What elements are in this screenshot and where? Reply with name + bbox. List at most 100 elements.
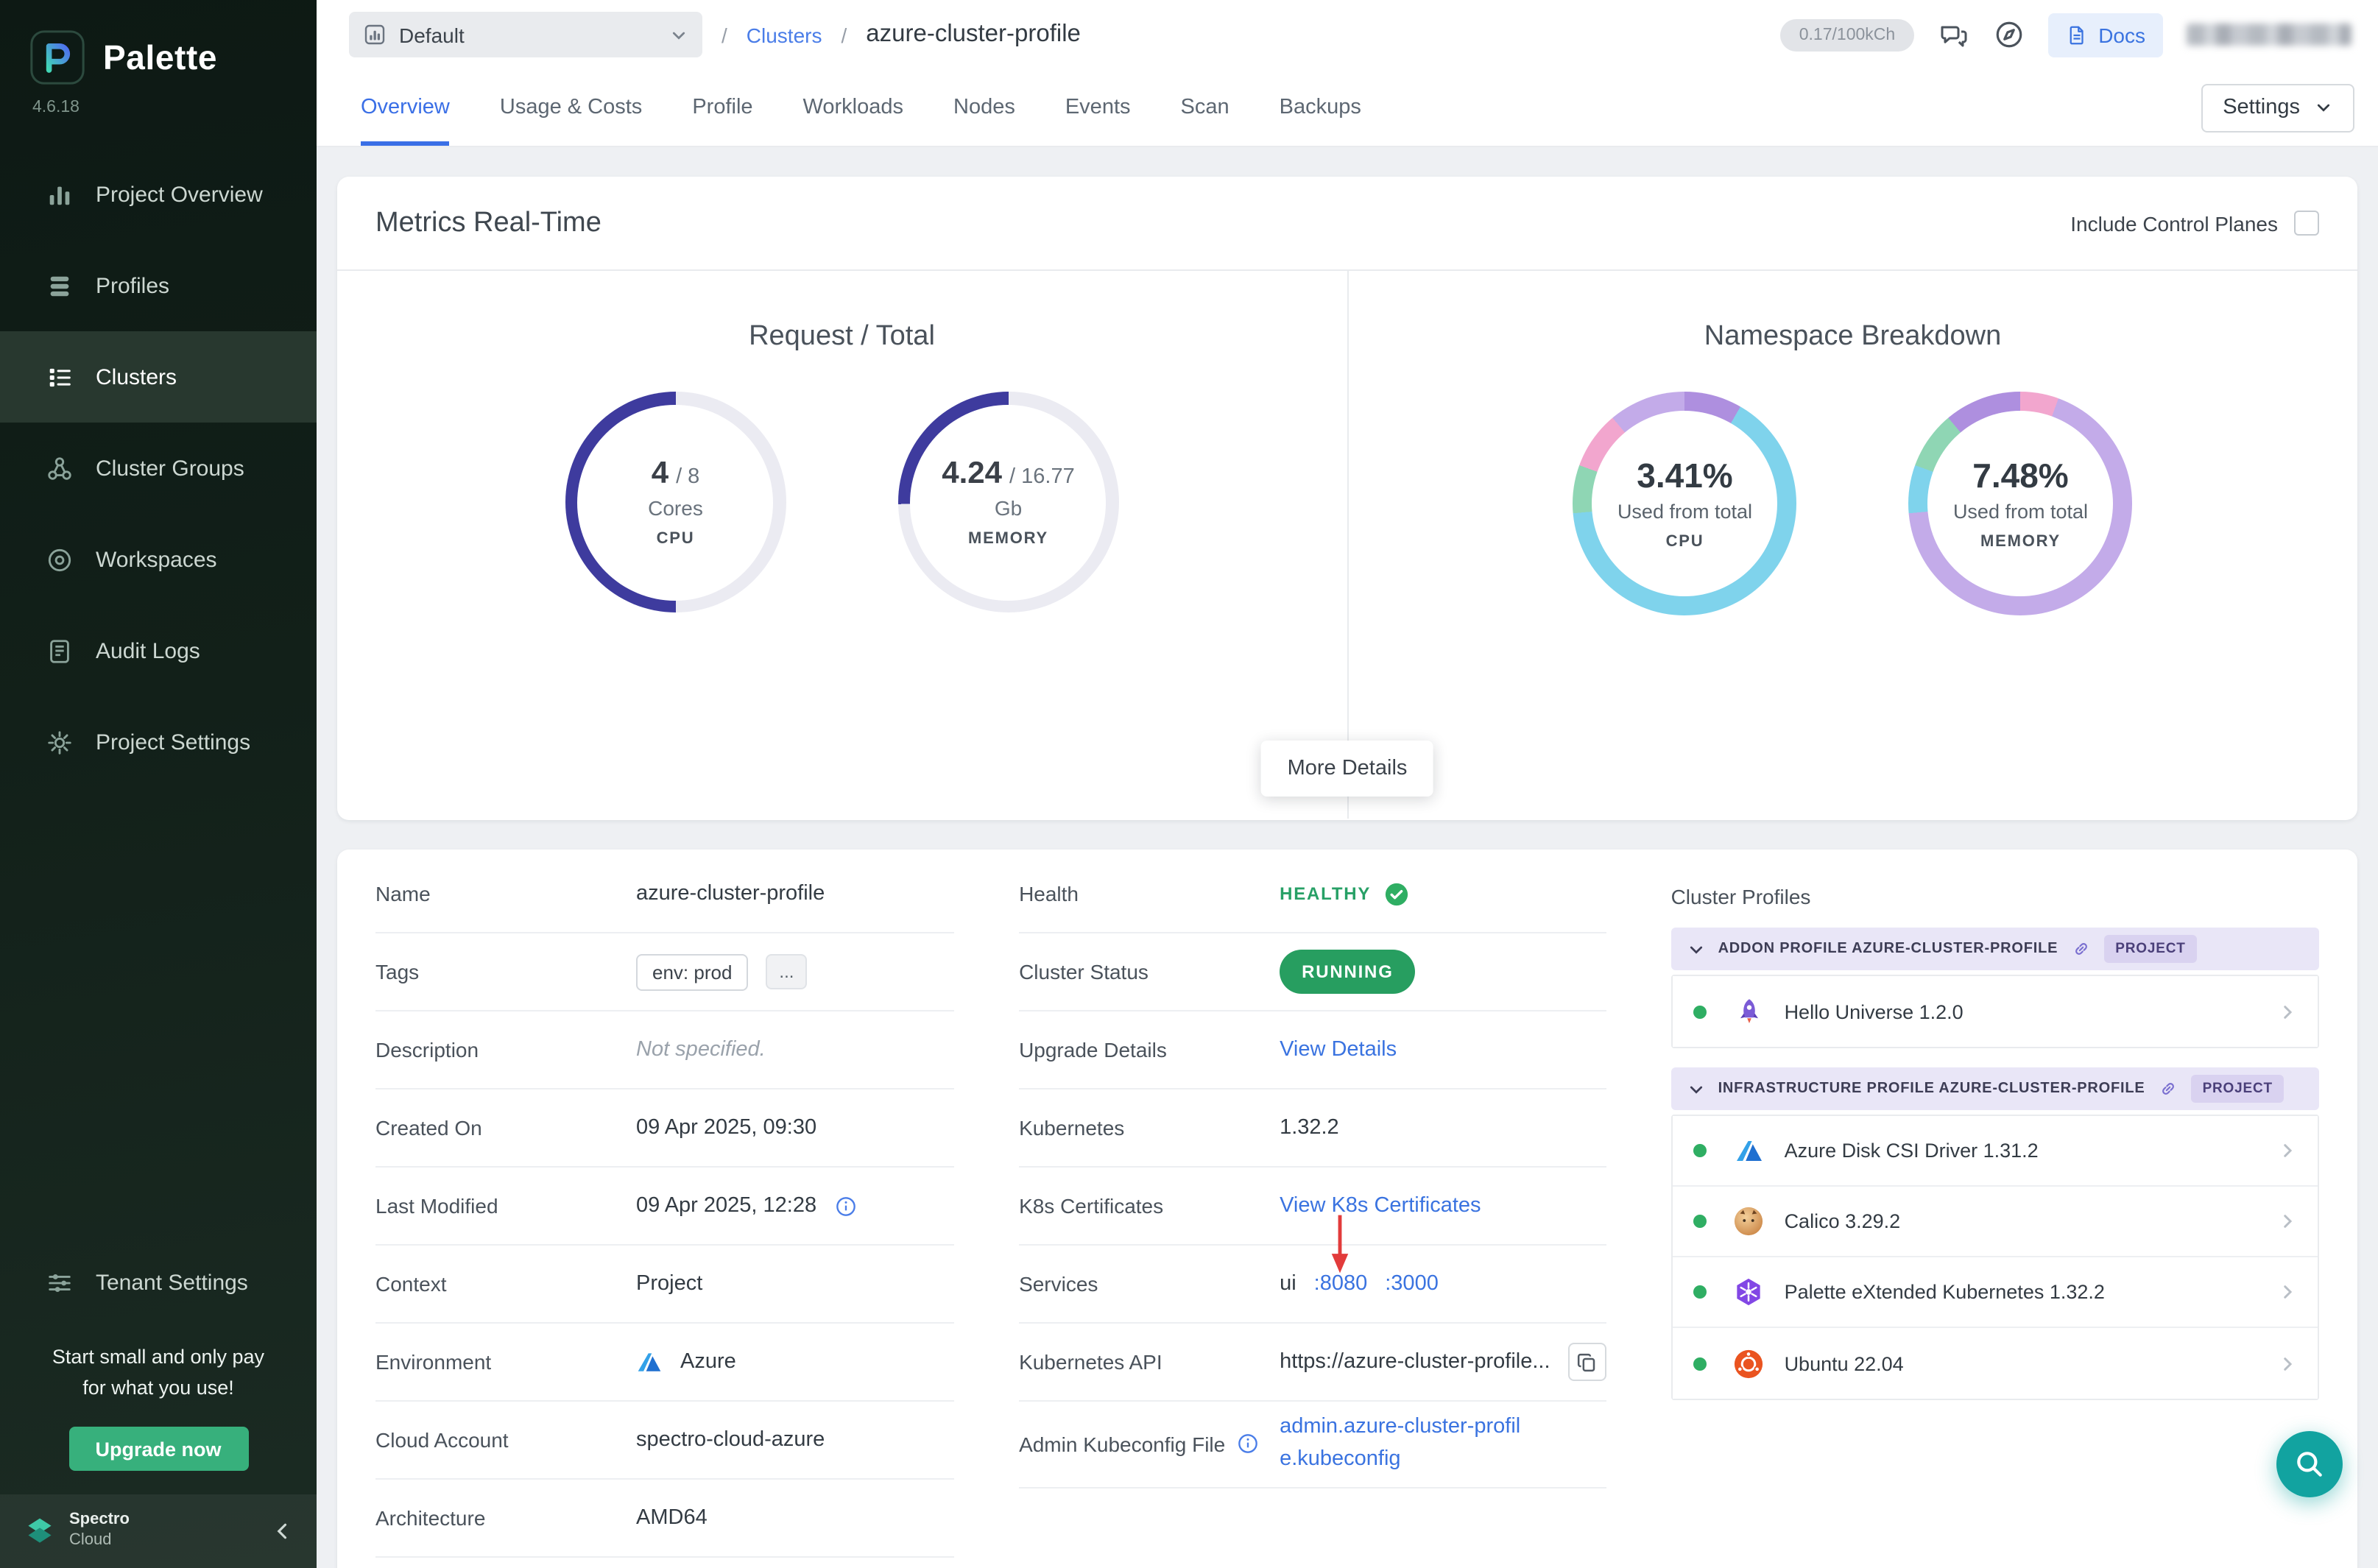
cluster-profiles-panel: Cluster Profiles ADDON PROFILE AZURE-CLU… <box>1671 855 2319 1568</box>
profile-layer-calico[interactable]: Calico 3.29.2 <box>1673 1187 2318 1257</box>
sidebar-item-workspaces[interactable]: Workspaces <box>0 514 317 605</box>
tab-scan[interactable]: Scan <box>1181 69 1229 146</box>
check-circle-icon <box>1384 881 1409 906</box>
top-right-controls: 0.17/100kCh Docs <box>1780 13 2351 57</box>
last-modified-row: Last Modified 09 Apr 2025, 12:28 <box>375 1168 954 1246</box>
environment-row: Environment Azure <box>375 1324 954 1402</box>
settings-dropdown-button[interactable]: Settings <box>2201 83 2354 132</box>
workspaces-icon <box>44 545 74 574</box>
project-scope-badge: PROJECT <box>2191 1075 2284 1103</box>
cluster-name-value: azure-cluster-profile <box>636 882 825 905</box>
floating-search-button[interactable] <box>2276 1431 2343 1497</box>
chevron-down-icon <box>1687 940 1705 958</box>
include-control-planes: Include Control Planes <box>2070 211 2319 236</box>
project-scope-badge: PROJECT <box>2103 935 2197 963</box>
sidebar-item-cluster-groups[interactable]: Cluster Groups <box>0 423 317 514</box>
sidebar-item-label: Workspaces <box>96 547 217 572</box>
tab-nodes[interactable]: Nodes <box>953 69 1015 146</box>
tab-overview[interactable]: Overview <box>361 69 450 146</box>
calico-icon <box>1732 1204 1767 1239</box>
ubuntu-icon <box>1732 1346 1767 1381</box>
azure-icon <box>1732 1133 1767 1168</box>
infrastructure-profile-header[interactable]: INFRASTRUCTURE PROFILE AZURE-CLUSTER-PRO… <box>1671 1067 2319 1110</box>
tab-usage-costs[interactable]: Usage & Costs <box>500 69 642 146</box>
service-port-8080-link[interactable]: :8080 <box>1314 1272 1368 1296</box>
kubernetes-row: Kubernetes 1.32.2 <box>1019 1090 1606 1168</box>
user-menu-redacted[interactable] <box>2187 24 2351 46</box>
green-status-dot <box>1693 1144 1707 1157</box>
tags-row: Tags env: prod ... <box>375 933 954 1011</box>
service-name: ui <box>1280 1272 1296 1296</box>
profile-layer-palette-extended-kubernetes[interactable]: Palette eXtended Kubernetes 1.32.2 <box>1673 1257 2318 1328</box>
layers-icon <box>44 271 74 300</box>
sliders-icon <box>44 1268 74 1297</box>
breadcrumb-current: azure-cluster-profile <box>866 21 1081 49</box>
profile-layer-hello-universe[interactable]: Hello Universe 1.2.0 <box>1673 976 2318 1047</box>
spectro-cloud-brand: Spectro Cloud <box>69 1511 130 1552</box>
link-icon[interactable] <box>2159 1079 2178 1098</box>
namespace-cpu-donut: 3.41% Used from total CPU <box>1573 392 1797 615</box>
tab-events[interactable]: Events <box>1065 69 1131 146</box>
collapse-sidebar-icon[interactable] <box>272 1521 293 1541</box>
compass-icon[interactable] <box>1994 19 2025 50</box>
profile-layer-ubuntu[interactable]: Ubuntu 22.04 <box>1673 1328 2318 1399</box>
cluster-profiles-title: Cluster Profiles <box>1671 885 2319 908</box>
sidebar-item-project-overview[interactable]: Project Overview <box>0 149 317 240</box>
copy-api-url-button[interactable] <box>1568 1343 1606 1381</box>
kubernetes-api-row: Kubernetes API https://azure-cluster-pro… <box>1019 1324 1606 1402</box>
infrastructure-profile-list: Azure Disk CSI Driver 1.31.2 Calico 3.29… <box>1671 1115 2319 1400</box>
document-icon <box>2066 23 2088 46</box>
info-icon[interactable] <box>1237 1433 1259 1455</box>
project-selector[interactable]: Default <box>349 12 702 57</box>
bar-chart-icon <box>44 180 74 209</box>
profile-layer-azure-disk-csi[interactable]: Azure Disk CSI Driver 1.31.2 <box>1673 1116 2318 1187</box>
view-k8s-certificates-link[interactable]: View K8s Certificates <box>1280 1194 1481 1218</box>
cluster-status-row: Cluster Status RUNNING <box>1019 933 1606 1011</box>
sidebar-item-tenant-settings[interactable]: Tenant Settings <box>0 1246 317 1319</box>
chevron-right-icon <box>2278 1282 2297 1302</box>
promo-text: Start small and only pay for what you us… <box>21 1343 296 1405</box>
clusters-icon <box>44 362 74 392</box>
sidebar-item-audit-logs[interactable]: Audit Logs <box>0 605 317 696</box>
view-details-link[interactable]: View Details <box>1280 1038 1397 1062</box>
tag-more-button[interactable]: ... <box>766 954 807 989</box>
addon-profile-header[interactable]: ADDON PROFILE AZURE-CLUSTER-PROFILE PROJ… <box>1671 928 2319 970</box>
tab-profile[interactable]: Profile <box>692 69 752 146</box>
sidebar-item-project-settings[interactable]: Project Settings <box>0 696 317 788</box>
tag-env-prod: env: prod <box>636 953 748 990</box>
chat-icon[interactable] <box>1938 20 1970 49</box>
app-logo[interactable]: Palette <box>0 0 317 85</box>
breadcrumb-clusters-link[interactable]: Clusters <box>747 23 822 46</box>
service-port-3000-link[interactable]: :3000 <box>1385 1272 1439 1296</box>
memory-gauge: 4.24/ 16.77 Gb MEMORY <box>898 392 1119 612</box>
sidebar-item-clusters[interactable]: Clusters <box>0 331 317 423</box>
sidebar-item-profiles[interactable]: Profiles <box>0 240 317 331</box>
green-status-dot <box>1693 1285 1707 1299</box>
more-details-button[interactable]: More Details <box>1261 741 1434 797</box>
sidebar-item-label: Profiles <box>96 273 169 298</box>
architecture-row: Architecture AMD64 <box>375 1480 954 1558</box>
include-control-planes-checkbox[interactable] <box>2294 211 2319 236</box>
docs-button[interactable]: Docs <box>2048 13 2163 57</box>
chart-icon <box>364 24 386 46</box>
app-version: 4.6.18 <box>0 85 317 116</box>
tab-backups[interactable]: Backups <box>1280 69 1361 146</box>
cloud-account-row: Cloud Account spectro-cloud-azure <box>375 1402 954 1480</box>
info-icon[interactable] <box>834 1195 856 1217</box>
sidebar-item-label: Tenant Settings <box>96 1270 248 1295</box>
link-icon[interactable] <box>2071 939 2090 958</box>
upgrade-now-button[interactable]: Upgrade now <box>68 1427 248 1471</box>
chevron-down-icon <box>1687 1080 1705 1098</box>
search-icon <box>2294 1449 2325 1480</box>
tab-workloads[interactable]: Workloads <box>803 69 903 146</box>
description-value: Not specified. <box>636 1038 766 1062</box>
kubernetes-api-url: https://azure-cluster-profile... <box>1280 1350 1550 1374</box>
palette-logo-icon <box>29 29 85 85</box>
request-total-section: Request / Total 4/ 8 Cores CPU <box>337 271 1348 819</box>
top-bar: Default / Clusters / azure-cluster-profi… <box>317 0 2378 69</box>
green-status-dot <box>1693 1215 1707 1228</box>
running-status-badge: RUNNING <box>1280 950 1416 994</box>
services-row: Services ui :8080 :3000 <box>1019 1246 1606 1324</box>
kubeconfig-download-link[interactable]: admin.azure-cluster-profile.kubeconfig <box>1280 1412 1537 1476</box>
context-row: Context Project <box>375 1246 954 1324</box>
